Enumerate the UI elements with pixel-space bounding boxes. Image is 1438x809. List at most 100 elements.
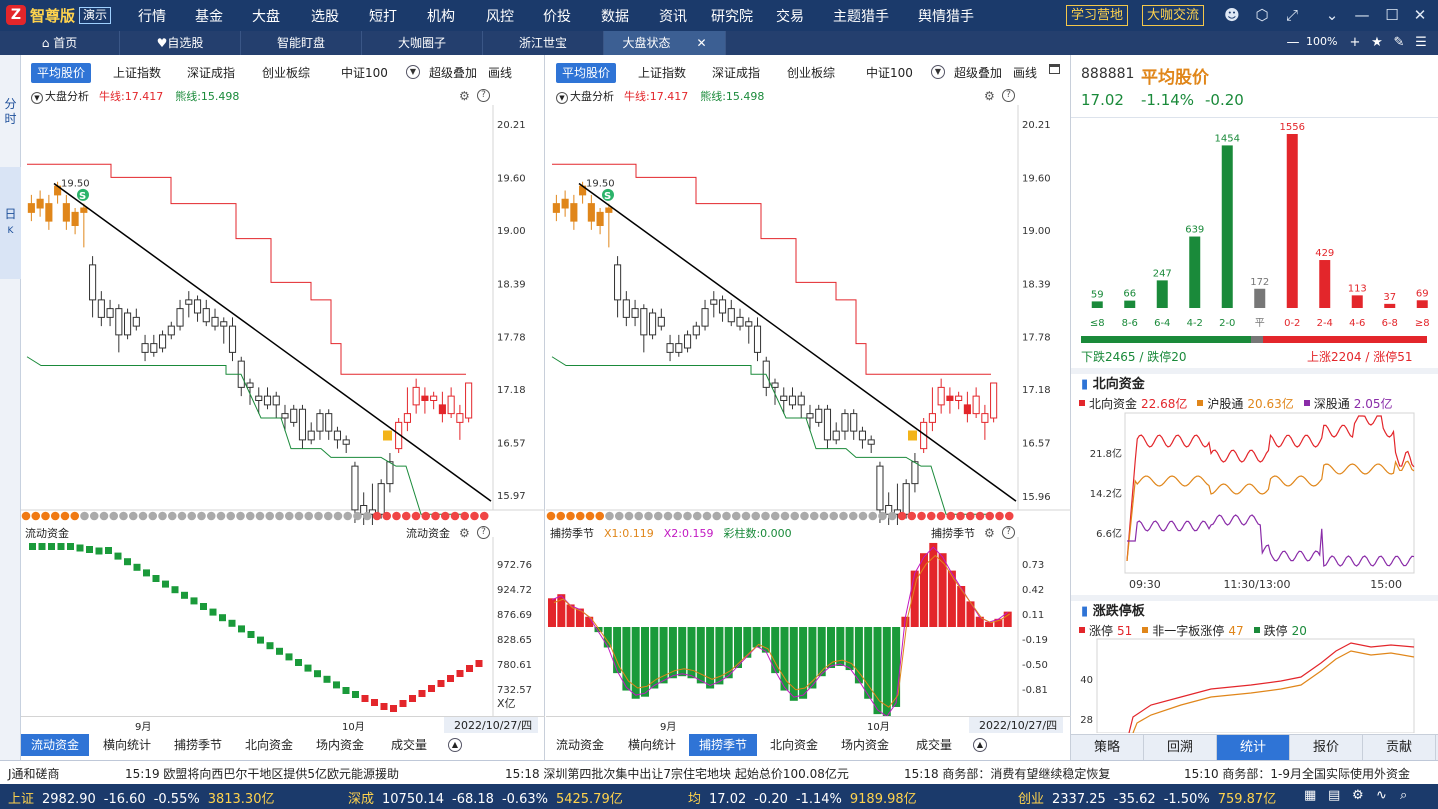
chevron-down-icon[interactable]: ⌄ <box>1322 5 1342 25</box>
indicator-tab-2[interactable]: 捕捞季节 <box>689 734 758 756</box>
news-item[interactable]: 15:18 深圳第四批次集中出让7宗住宅地块 起始总价100.08亿元 <box>505 765 849 782</box>
settings-icon[interactable]: ⚙ <box>984 89 995 103</box>
menu-item-8[interactable]: 数据 <box>601 6 629 26</box>
collapse-icon[interactable]: ▼ <box>556 92 568 104</box>
indicator-tab-4[interactable]: 场内资金 <box>831 734 899 756</box>
chart-icon[interactable]: ∿ <box>1376 788 1387 803</box>
index-tab-4[interactable]: 中证100 <box>335 63 394 83</box>
menu-item-0[interactable]: 行情 <box>138 6 166 26</box>
draw-line-button[interactable]: 画线 <box>482 63 518 83</box>
maximize-icon[interactable]: ☐ <box>1382 5 1402 25</box>
tab-market-status[interactable]: 大盘状态 ✕ <box>604 31 726 55</box>
period-daily[interactable]: 日K <box>0 167 21 279</box>
tab-home[interactable]: ⌂ 首页 <box>0 31 120 55</box>
news-item[interactable]: 15:19 欧盟将向西巴尔干地区提供5亿欧元能源援助 <box>125 765 399 782</box>
settings-icon[interactable]: ⚙ <box>1352 788 1364 803</box>
index-tab-0[interactable]: 平均股价 <box>31 63 92 83</box>
stats-tab-1[interactable]: 回溯 <box>1144 735 1217 760</box>
chart-title: 大盘分析 <box>45 90 89 103</box>
indicator-tab-4[interactable]: 场内资金 <box>306 734 374 756</box>
minimize-icon[interactable]: — <box>1352 5 1372 25</box>
chevron-up-icon[interactable]: ▲ <box>973 738 987 752</box>
index-quote[interactable]: 上证 2982.90 -16.60 -0.55% 3813.30亿 <box>8 788 274 807</box>
draw-line-button[interactable]: 画线 <box>1007 63 1043 83</box>
index-tab-4[interactable]: 中证100 <box>860 63 919 83</box>
index-quote[interactable]: 深成 10750.14 -68.18 -0.63% 5425.79亿 <box>348 788 623 807</box>
collapse-icon[interactable]: ▼ <box>31 92 43 104</box>
menu-item-7[interactable]: 价投 <box>543 6 571 26</box>
zoom-in-icon[interactable]: + <box>1346 33 1364 53</box>
index-tab-1[interactable]: 上证指数 <box>107 63 167 83</box>
search-icon[interactable]: ⌕ <box>1400 788 1407 803</box>
stats-tab-4[interactable]: 贡献 <box>1363 735 1436 760</box>
menu-item-9[interactable]: 资讯 <box>659 6 687 26</box>
user-icon[interactable]: ☻ <box>1222 5 1242 25</box>
menu-item-13[interactable]: 舆情猎手 <box>918 6 974 26</box>
learning-camp-button[interactable]: 学习营地 <box>1066 5 1129 26</box>
indicator-tab-0[interactable]: 流动资金 <box>546 734 614 756</box>
overlay-button[interactable]: 超级叠加 <box>948 63 1008 83</box>
index-tab-2[interactable]: 深证成指 <box>706 63 766 83</box>
menu-item-5[interactable]: 机构 <box>427 6 455 26</box>
zoom-out-icon[interactable]: — <box>1284 33 1302 53</box>
news-item[interactable]: 15:10 商务部：1-9月全国实际使用外资金 <box>1184 765 1410 782</box>
news-item[interactable]: J通和磋商 <box>8 765 60 782</box>
stats-tab-3[interactable]: 报价 <box>1290 735 1363 760</box>
trend-dot <box>692 511 702 521</box>
tab-expert-circle[interactable]: 大咖圈子 <box>362 31 483 55</box>
capital-step <box>29 543 36 550</box>
shrink-icon[interactable]: ⤢ <box>1282 5 1302 25</box>
calendar-icon[interactable]: ▦ <box>1304 788 1316 803</box>
news-icon[interactable]: ▤ <box>1328 788 1340 803</box>
settings-icon[interactable]: ⬡ <box>1252 5 1272 25</box>
tab-watchlist[interactable]: ♥自选股 <box>120 31 241 55</box>
tab-smart-watch[interactable]: 智能盯盘 <box>241 31 362 55</box>
close-icon[interactable]: ✕ <box>1410 5 1430 25</box>
help-icon[interactable]: ? <box>1002 89 1015 102</box>
index-tab-3[interactable]: 创业板综 <box>256 63 316 83</box>
indicator-tab-3[interactable]: 北向资金 <box>235 734 303 756</box>
stats-tab-2[interactable]: 统计 <box>1217 735 1290 760</box>
index-quote[interactable]: 均 17.02 -0.20 -1.14% 9189.98亿 <box>688 788 917 807</box>
help-icon[interactable]: ? <box>477 89 490 102</box>
window-icon[interactable] <box>1049 64 1060 74</box>
trend-dot <box>790 511 800 521</box>
indicator-tab-1[interactable]: 横向统计 <box>93 734 161 756</box>
index-tab-0[interactable]: 平均股价 <box>556 63 617 83</box>
indicator-tab-0[interactable]: 流动资金 <box>21 734 90 756</box>
menu-icon[interactable]: ☰ <box>1412 33 1430 53</box>
star-icon[interactable]: ★ <box>1368 33 1386 53</box>
index-tab-2[interactable]: 深证成指 <box>181 63 241 83</box>
index-tab-1[interactable]: 上证指数 <box>632 63 692 83</box>
quote-change: -35.62 <box>1113 792 1156 807</box>
menu-item-11[interactable]: 交易 <box>776 6 804 26</box>
index-quote[interactable]: 创业 2337.25 -35.62 -1.50% 759.87亿 <box>1018 788 1276 807</box>
menu-item-3[interactable]: 选股 <box>311 6 339 26</box>
menu-item-4[interactable]: 短打 <box>369 6 397 26</box>
index-tab-3[interactable]: 创业板综 <box>781 63 841 83</box>
news-item[interactable]: 15:18 商务部：消费有望继续稳定恢复 <box>904 765 1110 782</box>
menu-item-1[interactable]: 基金 <box>195 6 223 26</box>
tab-stock[interactable]: 浙江世宝 <box>483 31 604 55</box>
tab-close-icon[interactable]: ✕ <box>696 36 706 50</box>
trend-dot <box>41 511 50 521</box>
indicator-tab-2[interactable]: 捕捞季节 <box>164 734 232 756</box>
menu-item-12[interactable]: 主题猎手 <box>833 6 889 26</box>
stats-tab-0[interactable]: 策略 <box>1071 735 1144 760</box>
candle <box>62 203 70 222</box>
menu-item-6[interactable]: 风控 <box>486 6 514 26</box>
indicator-tab-5[interactable]: 成交量 <box>906 734 962 756</box>
settings-icon[interactable]: ⚙ <box>459 89 470 103</box>
expert-exchange-button[interactable]: 大咖交流 <box>1142 5 1205 26</box>
pen-icon[interactable]: ✎ <box>1390 33 1408 53</box>
chevron-down-icon[interactable]: ▼ <box>931 65 945 79</box>
menu-item-2[interactable]: 大盘 <box>252 6 280 26</box>
indicator-tab-5[interactable]: 成交量 <box>381 734 437 756</box>
chevron-up-icon[interactable]: ▲ <box>448 738 462 752</box>
indicator-tab-1[interactable]: 横向统计 <box>618 734 686 756</box>
indicator-tab-3[interactable]: 北向资金 <box>760 734 828 756</box>
period-intraday[interactable]: 分时 <box>0 97 21 127</box>
menu-item-10[interactable]: 研究院 <box>711 6 753 26</box>
overlay-button[interactable]: 超级叠加 <box>423 63 483 83</box>
chevron-down-icon[interactable]: ▼ <box>406 65 420 79</box>
